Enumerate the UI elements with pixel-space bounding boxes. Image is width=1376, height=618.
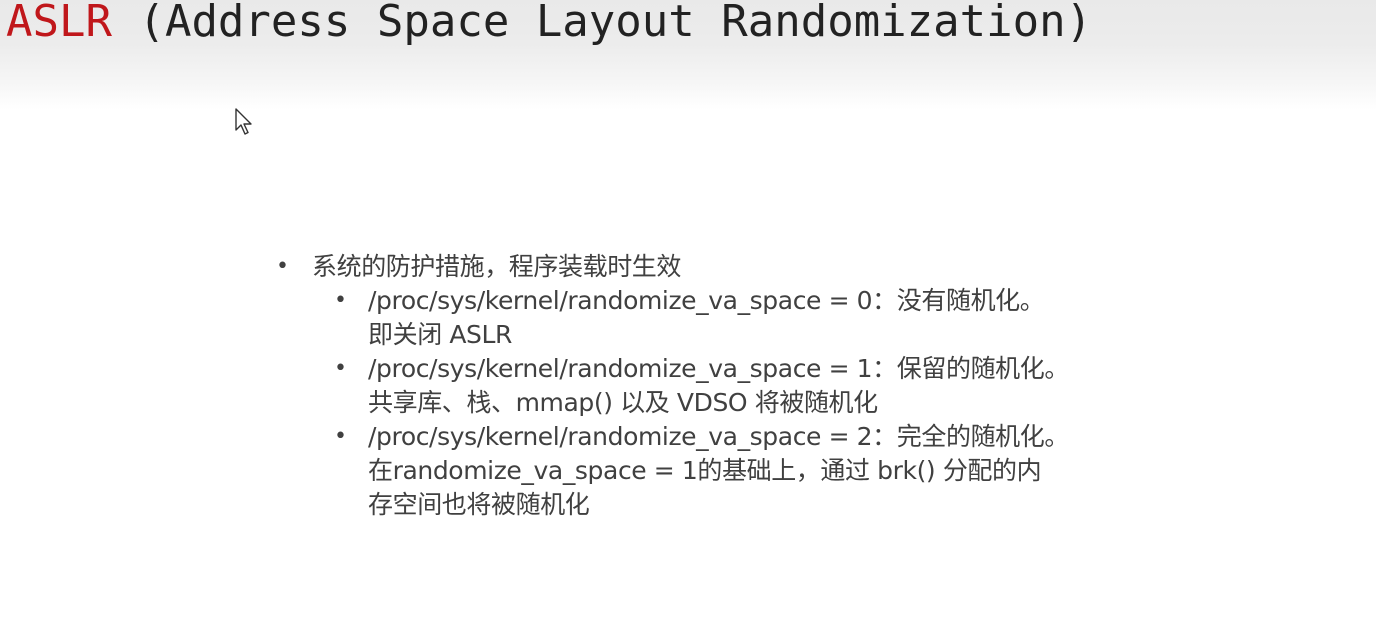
list-item-main: • 系统的防护措施，程序装载时生效 • /proc/sys/kernel/ran… (270, 250, 1150, 522)
sub-point-line: /proc/sys/kernel/randomize_va_space = 0：… (368, 286, 1045, 315)
bullet-icon: • (334, 356, 347, 381)
sub-bullet-list: • /proc/sys/kernel/randomize_va_space = … (326, 284, 1150, 522)
title-rest: (Address Space Layout Randomization) (111, 0, 1093, 47)
sub-point-line: 共享库、栈、mmap() 以及 VDSO 将被随机化 (368, 388, 878, 417)
list-item-sub-2: • /proc/sys/kernel/randomize_va_space = … (326, 420, 1150, 522)
bullet-icon: • (334, 424, 347, 449)
list-item-sub-1: • /proc/sys/kernel/randomize_va_space = … (326, 352, 1150, 420)
sub-point-line: 存空间也将被随机化 (368, 490, 590, 519)
main-point-text: 系统的防护措施，程序装载时生效 (312, 252, 682, 281)
sub-point-line: /proc/sys/kernel/randomize_va_space = 2：… (368, 422, 1069, 451)
list-item-sub-0: • /proc/sys/kernel/randomize_va_space = … (326, 284, 1150, 352)
sub-point-line: 在randomize_va_space = 1的基础上，通过 brk() 分配的… (368, 456, 1042, 485)
slide-body: • 系统的防护措施，程序装载时生效 • /proc/sys/kernel/ran… (270, 250, 1150, 522)
bullet-icon: • (276, 254, 289, 279)
title-accent: ASLR (6, 0, 112, 47)
slide: ASLR (Address Space Layout Randomization… (0, 0, 1376, 618)
sub-point-line: 即关闭 ASLR (368, 320, 513, 349)
bullet-list: • 系统的防护措施，程序装载时生效 • /proc/sys/kernel/ran… (270, 250, 1150, 522)
sub-point-line: /proc/sys/kernel/randomize_va_space = 1：… (368, 354, 1069, 383)
slide-title: ASLR (Address Space Layout Randomization… (6, 0, 1092, 48)
bullet-icon: • (334, 288, 347, 313)
mouse-pointer-icon (235, 108, 252, 135)
